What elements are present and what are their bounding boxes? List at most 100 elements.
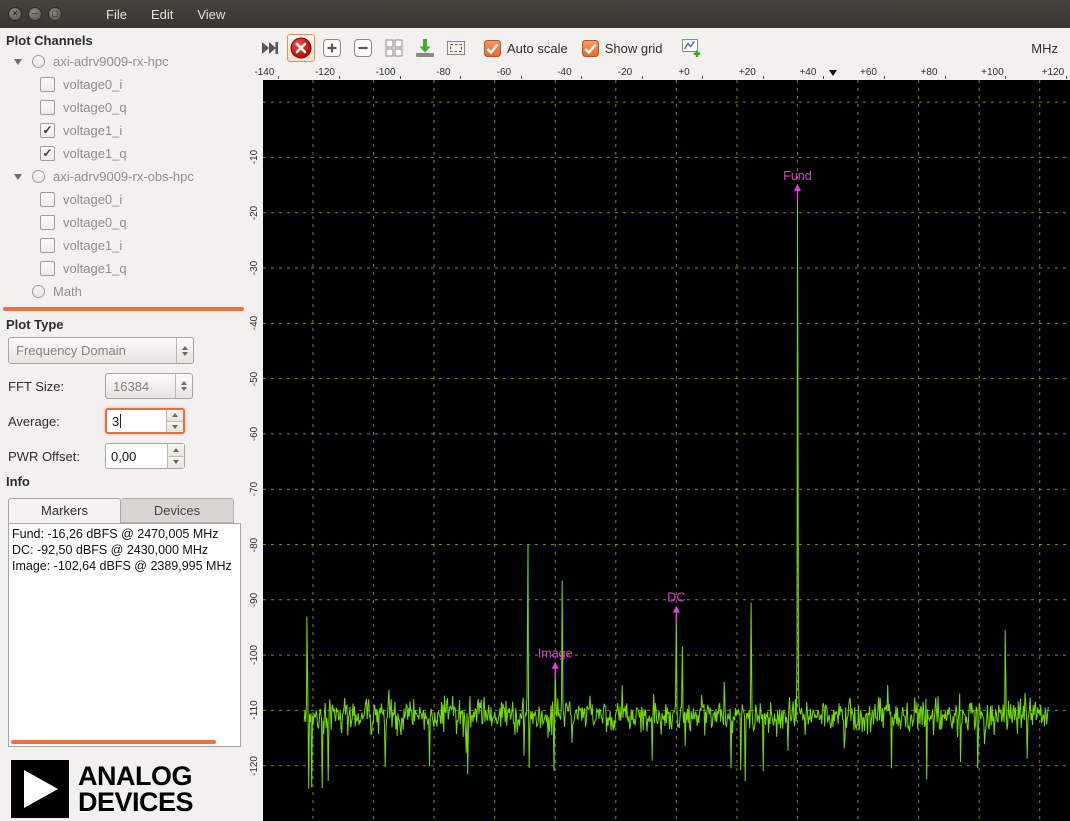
adi-triangle-icon (11, 760, 69, 818)
left-panel: Plot Channels axi-adrv9009-rx-hpc voltage… (0, 28, 247, 821)
minimize-window-icon[interactable]: ─ (28, 7, 42, 21)
tree-item-axi-adrv9009-rx-hpc[interactable]: axi-adrv9009-rx-hpc (0, 50, 247, 73)
new-plot-button[interactable] (677, 34, 705, 62)
unit-label: MHz (1031, 41, 1058, 56)
tree-item-label: voltage1_q (63, 146, 127, 161)
close-window-icon[interactable]: ✕ (8, 7, 22, 21)
tree-item-voltage0-q[interactable]: voltage0_q (0, 96, 247, 119)
tree-item-math[interactable]: Math (0, 280, 247, 303)
tab-devices[interactable]: Devices (121, 498, 234, 523)
menubar: File Edit View (106, 7, 225, 22)
y-tick-label: -20 (248, 193, 262, 233)
maximize-window-icon[interactable]: ▢ (48, 7, 62, 21)
radio-icon[interactable] (32, 285, 45, 298)
checkbox-icon[interactable] (40, 77, 55, 92)
zoom-in-button[interactable] (318, 34, 346, 62)
zoom-fit-button[interactable] (380, 34, 408, 62)
checkbox-icon[interactable]: ✓ (40, 123, 55, 138)
tree-item-label: axi-adrv9009-rx-hpc (53, 54, 169, 69)
x-tick-mark (1005, 76, 1006, 79)
info-title: Info (0, 469, 247, 491)
x-tick-mark (884, 76, 885, 79)
plot-type-title: Plot Type (0, 312, 247, 334)
checkbox-icon[interactable] (40, 215, 55, 230)
checkbox-icon[interactable] (40, 238, 55, 253)
channel-tree: axi-adrv9009-rx-hpcvoltage0_ivoltage0_q✓… (0, 50, 247, 303)
iio-oscilloscope-window: ✕ ─ ▢ File Edit View Plot Channels axi-a… (0, 0, 1070, 821)
tree-item-voltage1-q[interactable]: ✓ voltage1_q (0, 142, 247, 165)
x-tick-label: +0 (678, 68, 718, 78)
x-tick-label: -40 (557, 68, 597, 78)
marker-info-dc: DC: -92,50 dBFS @ 2430,000 MHz (12, 542, 240, 558)
tree-item-label: voltage1_q (63, 261, 127, 276)
spinner-arrows-icon[interactable] (166, 410, 183, 432)
stop-icon (289, 36, 313, 60)
tab-markers[interactable]: Markers (8, 498, 121, 523)
stop-capture-button[interactable] (287, 34, 315, 62)
plot-type-select[interactable]: Frequency Domain (8, 337, 194, 364)
auto-scale-checkbox[interactable] (484, 40, 501, 57)
tree-item-voltage0-i[interactable]: voltage0_i (0, 188, 247, 211)
checkbox-icon[interactable] (40, 100, 55, 115)
y-tick-label: -60 (248, 414, 262, 454)
info-scrollbar[interactable] (11, 740, 216, 744)
x-tick-mark (400, 76, 401, 79)
x-tick-mark (460, 76, 461, 79)
pwr-offset-spinbox[interactable]: 0,00 (105, 443, 185, 469)
radio-icon[interactable] (32, 55, 45, 68)
x-tick-label: -80 (436, 68, 476, 78)
x-tick-label: +20 (739, 68, 779, 78)
tree-item-label: voltage1_i (63, 123, 122, 138)
tree-item-voltage0-i[interactable]: voltage0_i (0, 73, 247, 96)
radio-icon[interactable] (32, 170, 45, 183)
zoom-fit-icon (383, 37, 405, 59)
show-grid-checkbox[interactable] (582, 40, 599, 57)
menu-view[interactable]: View (197, 7, 225, 22)
spectrum-plot[interactable]: ImageDCFund (263, 80, 1070, 821)
svg-text:DC: DC (667, 591, 685, 605)
y-tick-label: -30 (248, 248, 262, 288)
average-spinbox[interactable]: 3 (105, 408, 185, 434)
menu-edit[interactable]: Edit (151, 7, 173, 22)
marker-selector-arrow[interactable] (829, 70, 837, 76)
spinner-arrows-icon[interactable] (167, 444, 184, 468)
markers-info-box[interactable]: Fund: -16,26 dBFS @ 2470,005 MHz DC: -92… (8, 523, 241, 747)
expander-icon[interactable] (14, 59, 22, 65)
tree-item-voltage1-i[interactable]: ✓ voltage1_i (0, 119, 247, 142)
text-caret (120, 414, 121, 428)
menu-file[interactable]: File (106, 7, 127, 22)
combo-arrows-icon (176, 338, 193, 363)
x-tick-mark (581, 76, 582, 79)
x-tick-mark (278, 76, 279, 79)
tree-item-axi-adrv9009-rx-obs-hpc[interactable]: axi-adrv9009-rx-obs-hpc (0, 165, 247, 188)
save-image-button[interactable] (411, 34, 439, 62)
checkbox-icon[interactable] (40, 261, 55, 276)
x-tick-mark (945, 76, 946, 79)
y-tick-label: -100 (248, 635, 262, 675)
logo-line1: ANALOG (78, 763, 193, 789)
x-tick-label: -60 (497, 68, 537, 78)
capture-button[interactable] (256, 34, 284, 62)
fft-size-select[interactable]: 16384 (105, 373, 193, 399)
analog-devices-logo: ANALOG DEVICES (11, 760, 247, 818)
expander-icon[interactable] (14, 174, 22, 180)
tree-item-voltage1-q[interactable]: voltage1_q (0, 257, 247, 280)
tree-scrollbar[interactable] (3, 307, 244, 311)
fft-size-label: FFT Size: (8, 379, 105, 394)
svg-text:Image: Image (538, 647, 573, 661)
tree-item-label: voltage0_i (63, 192, 122, 207)
tree-item-label: voltage1_i (63, 238, 122, 253)
plot-channels-title: Plot Channels (0, 28, 247, 50)
fullscreen-button[interactable] (442, 34, 470, 62)
x-tick-mark (763, 76, 764, 79)
checkbox-icon[interactable] (40, 192, 55, 207)
info-tabs: Markers Devices (8, 498, 247, 523)
tree-item-voltage1-i[interactable]: voltage1_i (0, 234, 247, 257)
checkbox-icon[interactable]: ✓ (40, 146, 55, 161)
y-axis-ruler[interactable]: -10-20-30-40-50-60-70-80-90-100-110-120 (247, 80, 263, 821)
x-tick-mark (339, 76, 340, 79)
tree-item-voltage0-q[interactable]: voltage0_q (0, 211, 247, 234)
pwr-offset-label: PWR Offset: (8, 449, 105, 464)
x-axis-ruler[interactable]: -140-120-100-80-60-40-20+0+20+40+60+80+1… (247, 68, 1070, 80)
zoom-out-button[interactable] (349, 34, 377, 62)
